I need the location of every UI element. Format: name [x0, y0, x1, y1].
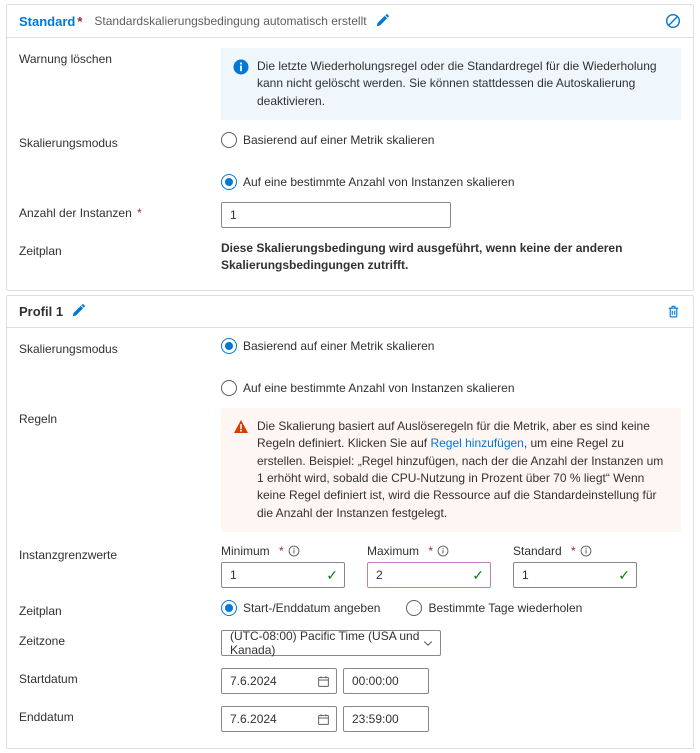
standard-subtitle: Standardskalierungsbedingung automatisch…	[94, 14, 366, 28]
scale-mode-radiogroup: Basierend auf einer Metrik skalieren Auf…	[221, 132, 681, 190]
schedule-row: Zeitplan Diese Skalierungsbedingung wird…	[7, 234, 693, 280]
info-icon	[233, 59, 249, 75]
p1-limits-row: Instanzgrenzwerte Minimum * 1 ✓ Maximum …	[7, 538, 693, 594]
min-limit-group: Minimum * 1 ✓	[221, 544, 345, 588]
schedule-note: Diese Skalierungsbedingung wird ausgefüh…	[221, 240, 661, 274]
standard-header: Standard* Standardskalierungsbedingung a…	[7, 5, 693, 38]
chevron-down-icon	[422, 637, 434, 649]
calendar-icon	[317, 675, 330, 688]
scale-mode-row: Skalierungsmodus Basierend auf einer Met…	[7, 126, 693, 196]
p1-rules-warnbox: Die Skalierung basiert auf Auslöseregeln…	[221, 408, 681, 532]
schedule-repeat-radio[interactable]: Bestimmte Tage wiederholen	[406, 600, 582, 616]
standard-body: Warnung löschen Die letzte Wiederholungs…	[7, 38, 693, 290]
p1-startdate-row: Startdatum 7.6.2024 00:00:00	[7, 662, 693, 700]
scale-mode-metric-radio[interactable]: Basierend auf einer Metrik skalieren	[221, 132, 434, 148]
p1-scale-mode-fixed-radio[interactable]: Auf eine bestimmte Anzahl von Instanzen …	[221, 380, 515, 396]
p1-enddate-row: Enddatum 7.6.2024 23:59:00	[7, 700, 693, 738]
p1-scale-mode-radiogroup: Basierend auf einer Metrik skalieren Auf…	[221, 338, 681, 396]
max-label: Maximum	[367, 544, 419, 558]
timezone-select[interactable]: (UTC-08:00) Pacific Time (USA und Kanada…	[221, 630, 441, 656]
edit-icon[interactable]	[71, 304, 85, 318]
min-label: Minimum	[221, 544, 270, 558]
block-icon[interactable]	[665, 13, 681, 29]
p1-timezone-label: Zeitzone	[19, 630, 209, 648]
profile1-title: Profil 1	[19, 304, 63, 319]
p1-limits-label: Instanzgrenzwerte	[19, 544, 209, 562]
standard-condition-card: Standard* Standardskalierungsbedingung a…	[6, 4, 694, 291]
info-outline-icon[interactable]	[580, 545, 592, 557]
p1-schedule-row: Zeitplan Start-/Enddatum angeben Bestimm…	[7, 594, 693, 624]
scale-mode-label: Skalierungsmodus	[19, 132, 209, 150]
info-outline-icon[interactable]	[288, 545, 300, 557]
p1-scale-mode-metric-radio[interactable]: Basierend auf einer Metrik skalieren	[221, 338, 434, 354]
end-time-input[interactable]: 23:59:00	[343, 706, 429, 732]
default-input[interactable]: 1 ✓	[513, 562, 637, 588]
required-asterisk: *	[77, 14, 82, 29]
min-input[interactable]: 1 ✓	[221, 562, 345, 588]
p1-scale-mode-row: Skalierungsmodus Basierend auf einer Met…	[7, 332, 693, 402]
p1-startdate-label: Startdatum	[19, 668, 209, 686]
end-date-input[interactable]: 7.6.2024	[221, 706, 337, 732]
check-icon: ✓	[618, 567, 630, 584]
start-time-input[interactable]: 00:00:00	[343, 668, 429, 694]
delete-warning-text: Die letzte Wiederholungsregel oder die S…	[257, 58, 669, 110]
instance-count-label: Anzahl der Instanzen *	[19, 202, 209, 220]
default-limit-group: Standard * 1 ✓	[513, 544, 637, 588]
max-limit-group: Maximum * 2 ✓	[367, 544, 491, 588]
instance-count-row: Anzahl der Instanzen * 1	[7, 196, 693, 234]
profile1-header: Profil 1	[7, 296, 693, 328]
start-date-input[interactable]: 7.6.2024	[221, 668, 337, 694]
p1-rules-label: Regeln	[19, 408, 209, 426]
scale-mode-fixed-radio[interactable]: Auf eine bestimmte Anzahl von Instanzen …	[221, 174, 515, 190]
p1-scale-mode-label: Skalierungsmodus	[19, 338, 209, 356]
profile1-card: Profil 1 Skalierungsmodus Basierend auf …	[6, 295, 694, 749]
add-rule-link[interactable]: Regel hinzufügen	[430, 436, 523, 450]
profile1-body: Skalierungsmodus Basierend auf einer Met…	[7, 328, 693, 748]
p1-rules-row: Regeln Die Skalierung basiert auf Auslös…	[7, 402, 693, 538]
warning-icon	[233, 419, 249, 435]
p1-schedule-radiogroup: Start-/Enddatum angeben Bestimmte Tage w…	[221, 600, 681, 616]
delete-warning-infobox: Die letzte Wiederholungsregel oder die S…	[221, 48, 681, 120]
p1-schedule-label: Zeitplan	[19, 600, 209, 618]
delete-icon[interactable]	[666, 304, 681, 319]
max-input[interactable]: 2 ✓	[367, 562, 491, 588]
delete-warning-label: Warnung löschen	[19, 48, 209, 66]
schedule-range-radio[interactable]: Start-/Enddatum angeben	[221, 600, 380, 616]
standard-title: Standard*	[19, 14, 82, 29]
p1-enddate-label: Enddatum	[19, 706, 209, 724]
p1-timezone-row: Zeitzone (UTC-08:00) Pacific Time (USA u…	[7, 624, 693, 662]
calendar-icon	[317, 713, 330, 726]
check-icon: ✓	[472, 567, 484, 584]
default-label: Standard	[513, 544, 562, 558]
delete-warning-row: Warnung löschen Die letzte Wiederholungs…	[7, 42, 693, 126]
instance-count-input[interactable]: 1	[221, 202, 451, 228]
check-icon: ✓	[326, 567, 338, 584]
info-outline-icon[interactable]	[437, 545, 449, 557]
required-asterisk: *	[134, 206, 142, 220]
schedule-label: Zeitplan	[19, 240, 209, 258]
edit-icon[interactable]	[375, 14, 389, 28]
p1-rules-warn-text: Die Skalierung basiert auf Auslöseregeln…	[257, 418, 669, 522]
